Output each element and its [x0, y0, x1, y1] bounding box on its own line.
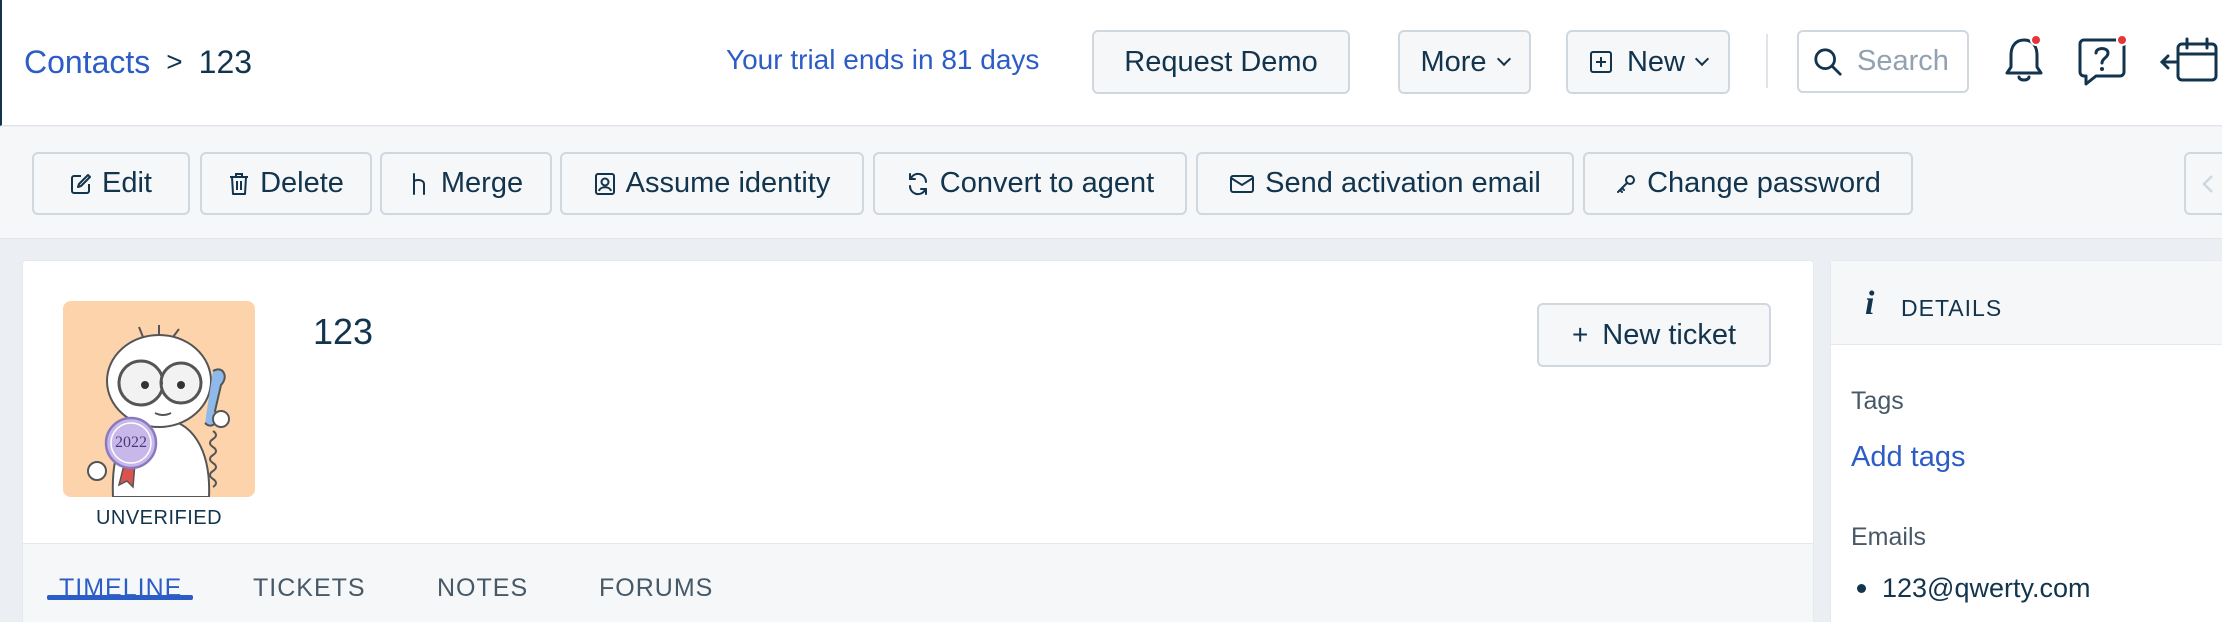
details-title: DETAILS — [1901, 295, 2003, 321]
breadcrumb-current: 123 — [198, 43, 253, 80]
help-button[interactable] — [2076, 34, 2128, 86]
new-dropdown-button[interactable]: New — [1566, 30, 1730, 94]
bullet — [1857, 584, 1866, 593]
merge-label: Merge — [440, 167, 524, 199]
avatar-badge-text: 2022 — [115, 434, 147, 451]
info-icon: i — [1865, 285, 1875, 322]
refresh-icon — [908, 172, 927, 195]
user-badge-icon — [594, 172, 615, 195]
breadcrumb: Contacts > 123 — [24, 40, 252, 84]
emails-label: Emails — [1851, 523, 1927, 551]
contact-name: 123 — [313, 311, 374, 352]
email-check-icon — [1230, 174, 1255, 193]
change-password-label: Change password — [1647, 167, 1881, 199]
more-label: More — [1420, 45, 1487, 78]
tab-tickets[interactable]: TICKETS — [253, 574, 366, 603]
delete-button[interactable]: Delete — [200, 152, 372, 215]
assume-identity-button[interactable]: Assume identity — [560, 152, 864, 215]
request-demo-label: Request Demo — [1124, 45, 1318, 78]
plus-icon: + — [1571, 319, 1589, 350]
add-tags-link[interactable]: Add tags — [1851, 441, 1965, 474]
new-ticket-label: New ticket — [1602, 318, 1737, 351]
help-dot — [2116, 34, 2128, 46]
send-activation-email-button[interactable]: Send activation email — [1196, 152, 1574, 215]
active-tab-indicator — [47, 595, 193, 600]
avatar-illustration — [63, 301, 255, 497]
tab-forums[interactable]: FORUMS — [599, 574, 713, 603]
edit-button[interactable]: Edit — [32, 152, 190, 215]
calendar-collapse-icon — [2159, 37, 2218, 82]
email-address: 123@qwerty.com — [1882, 573, 2091, 603]
contact-tabs: TIMELINE TICKETS NOTES FORUMS — [23, 543, 1813, 622]
header-divider — [1766, 34, 1768, 88]
trial-notice-link[interactable]: Your trial ends in 81 days — [726, 44, 1039, 76]
verification-status: UNVERIFIED — [95, 507, 223, 529]
request-demo-button[interactable]: Request Demo — [1092, 30, 1350, 94]
new-label: New — [1626, 45, 1685, 78]
email-list-item: 123@qwerty.com — [1851, 573, 2091, 604]
calendar-toggle-button[interactable] — [2159, 36, 2220, 86]
plus-square-icon — [1589, 51, 1612, 73]
merge-icon — [412, 172, 425, 195]
chevron-down-icon — [1496, 51, 1511, 67]
breadcrumb-separator: > — [166, 46, 183, 77]
more-dropdown-button[interactable]: More — [1398, 30, 1531, 94]
tags-label: Tags — [1851, 387, 1904, 415]
contact-action-toolbar: Edit Delete Merge Assume identity Conver… — [0, 127, 2222, 239]
edit-icon — [71, 173, 91, 194]
merge-button[interactable]: Merge — [380, 152, 552, 215]
delete-label: Delete — [260, 167, 344, 199]
assume-identity-label: Assume identity — [625, 167, 831, 199]
search-box[interactable] — [1797, 30, 1969, 93]
details-panel: i DETAILS Tags Add tags Emails 123@qwert… — [1830, 260, 2222, 622]
convert-to-agent-button[interactable]: Convert to agent — [873, 152, 1187, 215]
contact-avatar: 2022 — [63, 301, 255, 497]
notifications-button[interactable] — [2002, 34, 2046, 86]
search-icon — [1814, 47, 1842, 76]
notification-dot — [2030, 34, 2042, 46]
send-activation-email-label: Send activation email — [1265, 167, 1541, 199]
contact-card: 2022 UNVERIFIED 123 + New ticket TIMELIN… — [22, 260, 1814, 622]
breadcrumb-contacts-link[interactable]: Contacts — [24, 44, 150, 81]
search-input[interactable] — [1857, 45, 1967, 78]
convert-to-agent-label: Convert to agent — [939, 167, 1155, 199]
new-ticket-button[interactable]: + New ticket — [1537, 303, 1771, 367]
details-header: i DETAILS — [1831, 261, 2222, 345]
toolbar-collapse-button[interactable] — [2184, 152, 2222, 215]
key-icon — [1617, 174, 1636, 193]
chevron-down-icon — [1694, 51, 1710, 67]
edit-label: Edit — [102, 167, 152, 199]
top-header: Contacts > 123 Your trial ends in 81 day… — [0, 0, 2222, 126]
trash-icon — [230, 172, 249, 195]
tab-notes[interactable]: NOTES — [437, 574, 528, 603]
chevron-left-icon — [2202, 175, 2213, 193]
change-password-button[interactable]: Change password — [1583, 152, 1913, 215]
